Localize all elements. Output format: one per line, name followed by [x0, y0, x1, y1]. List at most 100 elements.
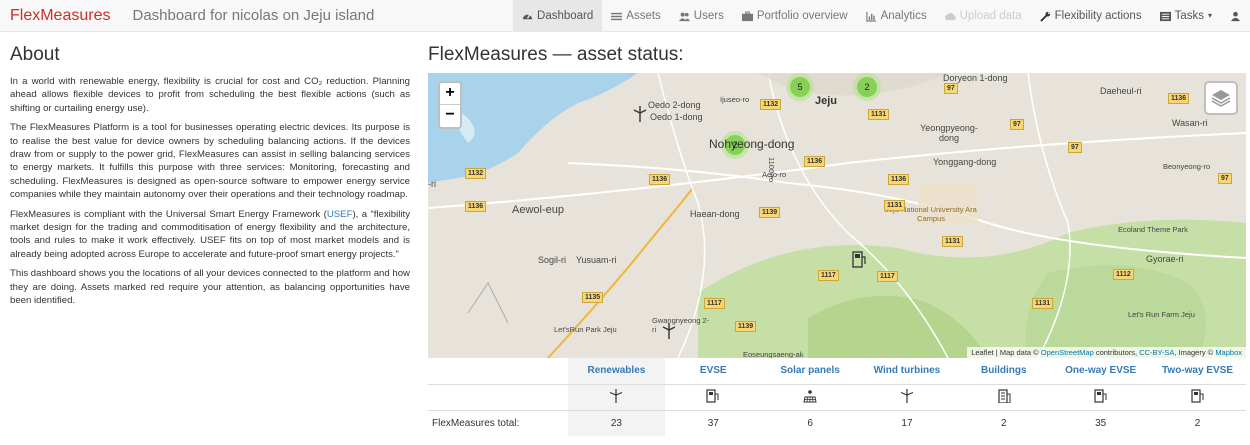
about-title: About — [10, 44, 60, 65]
place-label: Sogil-ri — [538, 255, 567, 265]
road-marker: 1117 — [704, 298, 725, 309]
nav-users-label: Users — [693, 10, 724, 22]
asset-map[interactable]: + − 5 2 2 Oedo 2-dong Oedo 1-dong Ijuseo… — [428, 73, 1246, 358]
place-label: Let's Run Farm Jeju — [1128, 310, 1195, 319]
total-wind-turbines: 17 — [858, 409, 956, 436]
place-label: Ecoland Theme Park — [1118, 225, 1188, 234]
column-header-solar-panels[interactable]: Solar panels — [762, 358, 859, 384]
table-cell — [858, 383, 956, 410]
nav-tasks[interactable]: Tasks ▾ — [1151, 0, 1221, 32]
road-marker: 1131 — [1032, 298, 1054, 309]
total-renewables: 23 — [568, 409, 665, 436]
column-header-wind-turbines[interactable]: Wind turbines — [859, 358, 956, 384]
road-marker: 1139 — [735, 321, 757, 332]
table-cell — [1052, 383, 1150, 410]
road-marker: 1131 — [942, 236, 964, 247]
place-label: Oedo 2-dong — [648, 100, 701, 110]
nav-dashboard[interactable]: Dashboard — [513, 0, 603, 32]
place-label: Beonyeong-ro — [1163, 162, 1211, 171]
cluster-count: 2 — [857, 77, 877, 97]
about-paragraph-2: The FlexMeasures Platform is a tool for … — [10, 122, 410, 201]
dashboard-icon — [522, 13, 533, 19]
road-marker: 97 — [1068, 142, 1082, 153]
asset-stats-table: Renewables EVSE Solar panels Wind turbin… — [428, 358, 1246, 436]
wrench-icon — [1039, 11, 1050, 22]
users-icon — [678, 12, 690, 21]
wind-turbine-icon — [610, 388, 623, 403]
usef-link[interactable]: USEF — [327, 209, 353, 220]
portfolio-icon — [741, 10, 753, 21]
ev-charger-marker-icon[interactable] — [852, 251, 868, 269]
solar-panel-icon — [803, 389, 817, 402]
osm-link[interactable]: OpenStreetMap — [1041, 348, 1094, 357]
road-marker: 1139 — [759, 207, 781, 218]
table-row: FlexMeasures total: 23 37 6 17 2 35 2 — [428, 409, 1246, 436]
place-label: Eoseungsaeng-ak — [743, 350, 804, 358]
brand-logo[interactable]: FlexMeasures — [0, 0, 120, 32]
ev-charger-icon — [706, 388, 719, 403]
nav-dashboard-label: Dashboard — [537, 10, 594, 22]
ev-charger-icon — [1190, 388, 1204, 403]
column-header-one-way-evse[interactable]: One-way EVSE — [1052, 358, 1149, 384]
road-marker: 1131 — [884, 200, 906, 211]
wind-turbine-marker-icon[interactable] — [633, 106, 647, 122]
marker-cluster[interactable]: 2 — [853, 73, 881, 101]
zoom-out-button[interactable]: − — [440, 105, 460, 127]
nav-upload[interactable]: Upload data — [936, 0, 1031, 32]
road-marker: 1136 — [649, 174, 671, 185]
marker-cluster[interactable]: 5 — [786, 73, 814, 101]
place-label: Nohyeong-dong — [709, 137, 795, 151]
table-cell — [955, 383, 1053, 410]
column-header-two-way-evse[interactable]: Two-way EVSE — [1149, 358, 1246, 384]
nav-portfolio[interactable]: Portfolio overview — [733, 0, 857, 32]
place-label: Haean-dong — [690, 209, 740, 219]
table-header-row: Renewables EVSE Solar panels Wind turbin… — [428, 358, 1246, 384]
cloud-upload-icon — [944, 12, 956, 20]
nav-account[interactable] — [1221, 0, 1250, 32]
table-cell — [1149, 383, 1246, 410]
page-subtitle: Dashboard for nicolas on Jeju island — [132, 6, 375, 24]
nav-users[interactable]: Users — [670, 0, 733, 32]
place-label: Oedo 1-dong — [650, 112, 703, 122]
column-header-renewables[interactable]: Renewables — [568, 358, 665, 384]
chart-icon — [865, 11, 876, 22]
nav-portfolio-label: Portfolio overview — [756, 10, 848, 22]
chevron-down-icon: ▾ — [1207, 11, 1212, 20]
nav-analytics[interactable]: Analytics — [857, 0, 936, 32]
table-cell — [428, 383, 568, 410]
road-marker: 97 — [944, 83, 958, 94]
place-label: Jeju — [815, 95, 838, 107]
nav-flexibility-label: Flexibility actions — [1054, 10, 1142, 22]
table-cell — [664, 383, 762, 410]
road-marker: 1112 — [1113, 269, 1134, 280]
road-marker: 97 — [1010, 119, 1024, 130]
column-header-evse[interactable]: EVSE — [665, 358, 762, 384]
layers-icon — [1211, 90, 1231, 107]
nav-assets[interactable]: Assets — [602, 0, 670, 32]
road-marker: 1131 — [868, 109, 890, 120]
tasks-icon — [1159, 11, 1171, 21]
zoom-control: + − — [438, 81, 462, 129]
table-cell — [761, 383, 859, 410]
mapbox-link[interactable]: Mapbox — [1215, 348, 1242, 357]
place-label: Gwangnyeong 2-ri — [652, 316, 710, 334]
map-attribution: Leaflet | Map data © OpenStreetMap contr… — [967, 347, 1246, 358]
column-header-buildings[interactable]: Buildings — [955, 358, 1052, 384]
place-label: -ri — [428, 179, 436, 189]
place-label: Let'sRun Park Jeju — [554, 325, 617, 334]
nav-flexibility[interactable]: Flexibility actions — [1031, 0, 1151, 32]
nav-upload-label: Upload data — [959, 10, 1022, 22]
road-marker: 1136 — [1168, 93, 1190, 104]
cc-by-sa-link[interactable]: CC-BY-SA — [1139, 348, 1174, 357]
zoom-in-button[interactable]: + — [440, 83, 460, 105]
layers-button[interactable] — [1204, 81, 1238, 115]
total-evse: 37 — [664, 409, 762, 436]
place-label: Yeongpyeong-dong — [920, 123, 978, 143]
about-paragraph-3: FlexMeasures is compliant with the Unive… — [10, 208, 410, 262]
row-label: FlexMeasures total: — [428, 409, 568, 436]
road-marker: 1135 — [582, 292, 604, 303]
road-marker: 1136 — [804, 156, 826, 167]
place-label: Ijuseo-ro — [720, 95, 750, 104]
place-label: Wasan-ri — [1172, 118, 1208, 128]
road-marker: 97 — [1218, 173, 1232, 184]
